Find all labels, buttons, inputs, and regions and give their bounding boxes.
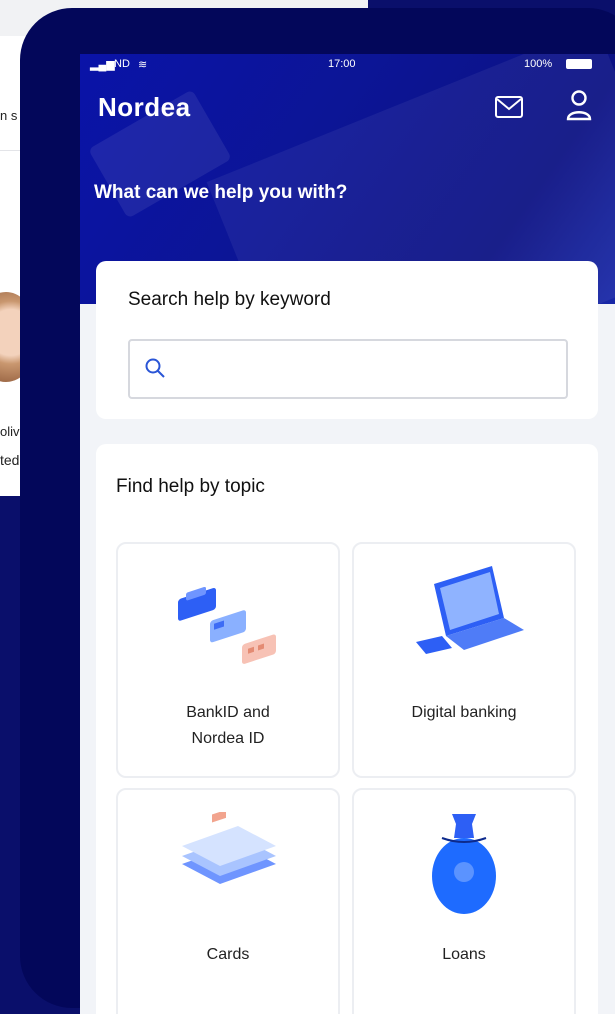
money-bag-illustration — [432, 814, 496, 914]
topic-tile-loans[interactable]: Loans — [352, 788, 576, 1014]
topic-label: Digital banking — [411, 704, 517, 721]
status-bar: ▂▄▆ ND ≋ 17:00 100% — [80, 54, 615, 76]
search-field[interactable] — [128, 339, 568, 399]
laptop-illustration — [416, 566, 524, 654]
app-logo: Nordea — [98, 92, 191, 122]
wifi-icon: ≋ — [138, 59, 148, 71]
mail-icon[interactable] — [494, 94, 524, 120]
battery-icon — [566, 59, 592, 69]
clock: 17:00 — [328, 58, 356, 70]
topic-tile-bankid[interactable]: BankID and Nordea ID — [116, 542, 340, 778]
topics-card: Find help by topic BankID and Nordea ID — [96, 444, 598, 1014]
topic-tile-cards[interactable]: Cards — [116, 788, 340, 1014]
page-title: What can we help you with? — [94, 182, 348, 203]
topic-label: BankID and Nordea ID — [186, 704, 270, 747]
background-text-fragment: n s — [0, 108, 18, 123]
cards-illustration — [182, 812, 276, 884]
topic-label: Cards — [206, 946, 250, 963]
app-screen: ▂▄▆ ND ≋ 17:00 100% Nordea What can we h… — [80, 54, 615, 1014]
background-text-fragment: ted — [0, 452, 20, 468]
carrier-label: ND — [114, 58, 130, 70]
search-input[interactable] — [174, 349, 558, 387]
topics-label: Find help by topic — [116, 476, 265, 497]
profile-icon[interactable] — [564, 88, 594, 122]
phone-frame: ▂▄▆ ND ≋ 17:00 100% Nordea What can we h… — [20, 8, 615, 1014]
search-icon — [145, 358, 165, 378]
search-label: Search help by keyword — [128, 289, 331, 310]
search-card: Search help by keyword — [96, 261, 598, 419]
background-text-fragment: oliv — [0, 424, 20, 439]
id-cards-illustration — [178, 586, 276, 664]
battery-percent: 100% — [524, 58, 553, 70]
topic-tile-digital-banking[interactable]: Digital banking — [352, 542, 576, 778]
signal-icon: ▂▄▆ — [90, 59, 115, 71]
topic-label: Loans — [442, 946, 486, 963]
